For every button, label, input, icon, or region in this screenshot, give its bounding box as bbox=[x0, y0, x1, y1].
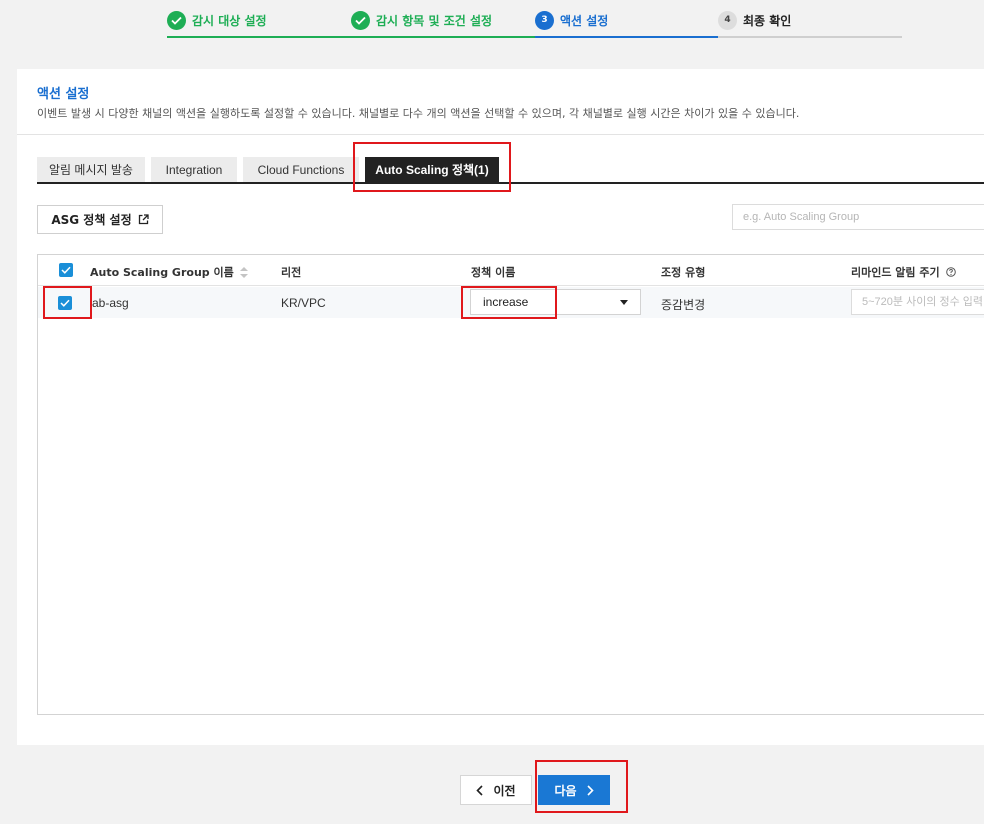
chevron-down-icon bbox=[620, 300, 628, 305]
select-all-checkbox[interactable] bbox=[59, 263, 73, 277]
table-row[interactable]: ab-asg KR/VPC increase 증감변경 bbox=[38, 287, 984, 318]
policy-select-value: increase bbox=[483, 295, 529, 309]
step-3: 3 액션 설정 bbox=[535, 10, 608, 30]
step-label: 최종 확인 bbox=[743, 13, 792, 28]
adjust-type-cell: 증감변경 bbox=[661, 298, 706, 312]
region-cell: KR/VPC bbox=[281, 296, 326, 310]
check-icon bbox=[61, 266, 71, 274]
check-icon bbox=[60, 299, 70, 307]
column-region: 리전 bbox=[281, 266, 302, 279]
section-title: 액션 설정 bbox=[37, 87, 90, 102]
policy-select[interactable]: increase bbox=[470, 289, 641, 315]
step-label: 감시 항목 및 조건 설정 bbox=[376, 13, 493, 28]
progress-active-bar bbox=[535, 36, 718, 38]
tab-cloud-functions[interactable]: Cloud Functions bbox=[243, 157, 359, 182]
tab-notification[interactable]: 알림 메시지 발송 bbox=[37, 157, 145, 182]
help-icon[interactable] bbox=[945, 267, 956, 277]
asg-name-cell: ab-asg bbox=[92, 296, 129, 310]
column-policy-name: 정책 이름 bbox=[471, 266, 516, 279]
column-remind-interval: 리마인드 알림 주기 bbox=[851, 264, 956, 280]
step-number: 4 bbox=[718, 10, 737, 30]
step-2: 감시 항목 및 조건 설정 bbox=[351, 10, 492, 30]
tab-integration[interactable]: Integration bbox=[151, 157, 237, 182]
action-settings-panel: 액션 설정 이벤트 발생 시 다양한 채널의 액션을 실행하도록 설정할 수 있… bbox=[17, 69, 984, 745]
action-tabs: 알림 메시지 발송 Integration Cloud Functions Au… bbox=[37, 157, 984, 184]
prev-button[interactable]: 이전 bbox=[460, 775, 532, 805]
next-button[interactable]: 다음 bbox=[538, 775, 610, 805]
step-1: 감시 대상 설정 bbox=[167, 10, 267, 30]
column-asg-name[interactable]: Auto Scaling Group 이름 bbox=[90, 264, 248, 280]
step-label: 감시 대상 설정 bbox=[192, 13, 267, 28]
external-link-icon bbox=[138, 214, 149, 225]
step-label: 액션 설정 bbox=[560, 13, 609, 28]
check-icon bbox=[351, 10, 370, 30]
row-checkbox[interactable] bbox=[58, 296, 72, 310]
column-label: Auto Scaling Group 이름 bbox=[90, 266, 234, 279]
remind-interval-input[interactable] bbox=[851, 289, 984, 315]
asg-table: Auto Scaling Group 이름 리전 정책 이름 조정 유형 리마인… bbox=[37, 254, 984, 715]
sort-icon[interactable] bbox=[239, 266, 248, 278]
next-button-label: 다음 bbox=[554, 783, 577, 798]
section-description: 이벤트 발생 시 다양한 채널의 액션을 실행하도록 설정할 수 있습니다. 채… bbox=[37, 107, 800, 120]
column-adjust-type: 조정 유형 bbox=[661, 266, 706, 279]
step-number: 3 bbox=[535, 10, 554, 30]
step-4: 4 최종 확인 bbox=[718, 10, 791, 30]
asg-button-label: ASG 정책 설정 bbox=[51, 213, 132, 227]
prev-button-label: 이전 bbox=[493, 783, 516, 798]
chevron-left-icon bbox=[476, 784, 484, 796]
tab-auto-scaling[interactable]: Auto Scaling 정책(1) bbox=[365, 157, 499, 182]
progress-done-bar bbox=[167, 36, 535, 38]
chevron-right-icon bbox=[586, 784, 594, 796]
progress-todo-bar bbox=[718, 36, 902, 38]
search-input[interactable] bbox=[732, 204, 984, 230]
wizard-stepper: 감시 대상 설정 감시 항목 및 조건 설정 3 액션 설정 4 최종 확인 bbox=[0, 0, 984, 40]
asg-policy-settings-button[interactable]: ASG 정책 설정 bbox=[37, 205, 163, 234]
column-label: 리마인드 알림 주기 bbox=[851, 266, 940, 279]
table-header: Auto Scaling Group 이름 리전 정책 이름 조정 유형 리마인… bbox=[38, 255, 984, 286]
divider bbox=[17, 134, 984, 135]
check-icon bbox=[167, 10, 186, 30]
